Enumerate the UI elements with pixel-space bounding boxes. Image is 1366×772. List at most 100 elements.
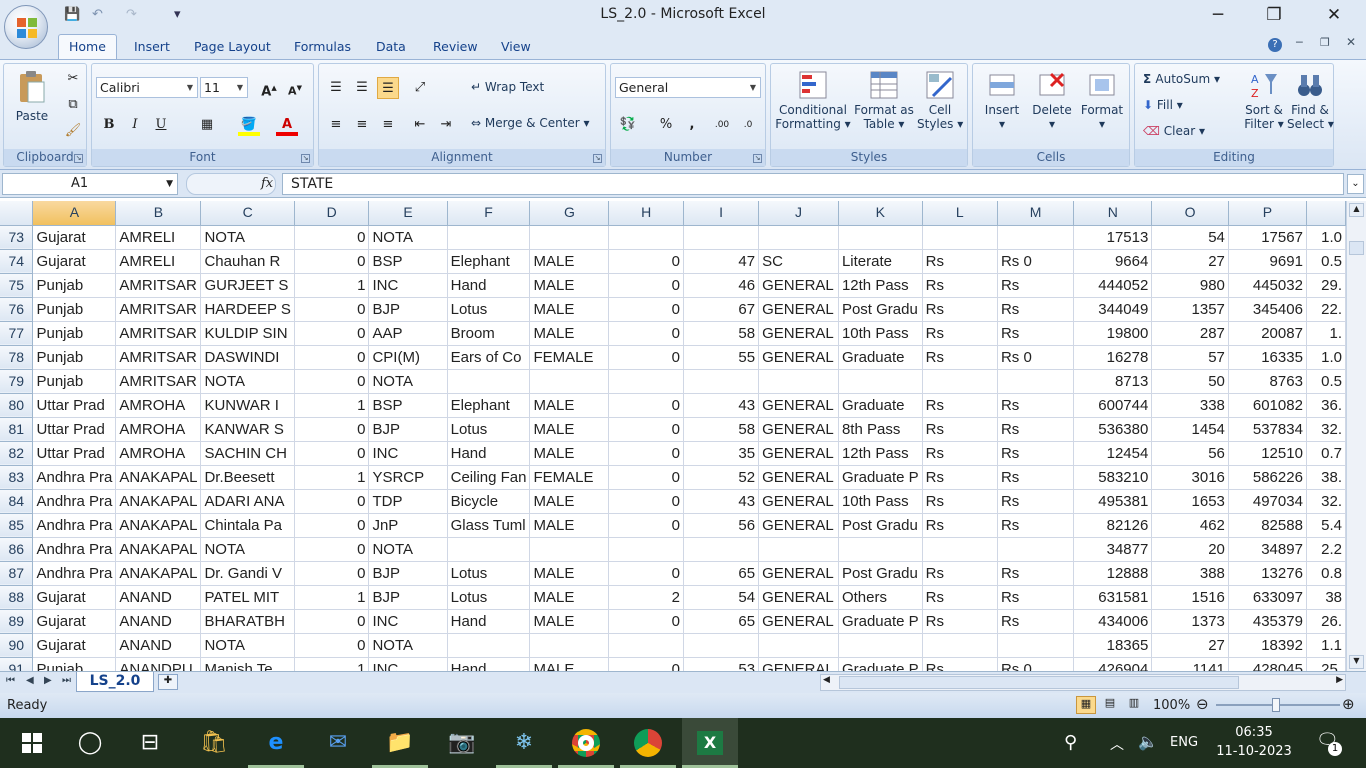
column-header-f[interactable]: F	[447, 201, 531, 226]
cell[interactable]: Uttar Prad	[32, 393, 117, 418]
column-header-g[interactable]: G	[529, 201, 610, 226]
select-all-corner[interactable]	[0, 201, 34, 226]
cell[interactable]: MALE	[529, 297, 610, 322]
cell[interactable]: 12888	[1073, 561, 1153, 586]
task-view-icon[interactable]: ⊟	[122, 718, 178, 768]
cell[interactable]: Literate	[838, 249, 923, 274]
decrease-decimal-button[interactable]: .0	[737, 114, 759, 136]
cell[interactable]	[997, 633, 1075, 658]
cell[interactable]: Punjab	[32, 369, 117, 394]
cell[interactable]: Rs	[922, 345, 998, 370]
cell[interactable]: 0	[294, 321, 370, 346]
cell[interactable]: 586226	[1228, 465, 1307, 490]
cell[interactable]: 54	[683, 585, 760, 610]
ribbon-close-icon[interactable]: ✕	[1346, 35, 1356, 49]
cell[interactable]: Andhra Pra	[32, 537, 117, 562]
cell[interactable]: MALE	[529, 609, 610, 634]
cell[interactable]	[608, 537, 684, 562]
cell[interactable]: PATEL MIT	[200, 585, 295, 610]
cell[interactable]: GENERAL	[758, 513, 839, 538]
cell[interactable]: NOTA	[368, 225, 448, 250]
cell[interactable]: 2.2	[1306, 537, 1346, 562]
chrome-icon[interactable]	[558, 718, 614, 768]
cell[interactable]: 0	[294, 489, 370, 514]
cell[interactable]: Rs	[922, 273, 998, 298]
cell[interactable]: 8763	[1228, 369, 1307, 394]
cell[interactable]: CPI(M)	[368, 345, 448, 370]
cell[interactable]: BJP	[368, 417, 448, 442]
cell[interactable]: 12th Pass	[838, 441, 923, 466]
cell[interactable]: 0	[608, 297, 684, 322]
number-launcher-icon[interactable]: ↘	[753, 154, 762, 163]
cell[interactable]: 43	[683, 489, 760, 514]
cell[interactable]: 1.0	[1306, 225, 1346, 250]
align-middle-icon[interactable]: ☰	[351, 77, 373, 99]
cell[interactable]: Rs 0	[997, 657, 1075, 671]
cell[interactable]: DASWINDI	[200, 345, 295, 370]
cell[interactable]	[997, 225, 1075, 250]
cell[interactable]: Rs	[997, 441, 1075, 466]
zoom-slider-thumb[interactable]	[1272, 698, 1280, 712]
cell[interactable]: Elephant	[447, 393, 531, 418]
cell[interactable]: 0	[294, 297, 370, 322]
cell[interactable]: SACHIN CH	[200, 441, 295, 466]
clock[interactable]: 06:35 11-10-2023	[1212, 723, 1296, 761]
cell[interactable]: 0	[608, 657, 684, 671]
cell[interactable]: 55	[683, 345, 760, 370]
cell[interactable]: GENERAL	[758, 657, 839, 671]
cell[interactable]	[922, 225, 998, 250]
orientation-icon[interactable]: ⤢	[409, 77, 431, 99]
cell[interactable]: 0	[294, 369, 370, 394]
cell[interactable]: 52	[683, 465, 760, 490]
row-header[interactable]: 82	[0, 441, 34, 466]
cell[interactable]: 537834	[1228, 417, 1307, 442]
cell[interactable]	[758, 369, 839, 394]
cell[interactable]: 25.	[1306, 657, 1346, 671]
cell[interactable]: 0	[608, 417, 684, 442]
cell[interactable]: NOTA	[200, 537, 295, 562]
cell[interactable]: Rs	[922, 489, 998, 514]
cell[interactable]: 583210	[1073, 465, 1153, 490]
cell[interactable]: 1.0	[1306, 345, 1346, 370]
cell[interactable]: Rs	[997, 561, 1075, 586]
cell[interactable]: INC	[368, 441, 448, 466]
row-header[interactable]: 76	[0, 297, 34, 322]
cell[interactable]: 12th Pass	[838, 273, 923, 298]
cell[interactable]: ANAKAPAL	[115, 561, 202, 586]
row-header[interactable]: 86	[0, 537, 34, 562]
page-break-view-icon[interactable]: ▥	[1124, 696, 1144, 714]
cell[interactable]: Rs	[997, 297, 1075, 322]
row-header[interactable]: 89	[0, 609, 34, 634]
cell[interactable]: Rs	[922, 441, 998, 466]
sort-filter-button[interactable]: AZ Sort & Filter ▾	[1241, 70, 1287, 131]
cell[interactable]: MALE	[529, 273, 610, 298]
merge-center-button[interactable]: ⇔ Merge & Center ▾	[471, 116, 590, 130]
cell[interactable]: 497034	[1228, 489, 1307, 514]
name-box[interactable]: A1 ▼	[2, 173, 178, 195]
cell[interactable]: NOTA	[200, 369, 295, 394]
cell[interactable]: Post Gradu	[838, 297, 923, 322]
cell[interactable]: ANAKAPAL	[115, 465, 202, 490]
cell[interactable]: Bicycle	[447, 489, 531, 514]
tab-home[interactable]: Home	[58, 34, 117, 60]
cell[interactable]: 50	[1151, 369, 1229, 394]
column-header-o[interactable]: O	[1151, 201, 1229, 226]
column-header-b[interactable]: B	[115, 201, 202, 226]
cell[interactable]: Lotus	[447, 417, 531, 442]
sheet-nav-prev-icon[interactable]: ◀	[26, 675, 34, 686]
cell[interactable]: Rs	[997, 513, 1075, 538]
cell[interactable]	[683, 537, 760, 562]
cell[interactable]: AMRITSAR	[115, 297, 202, 322]
cell[interactable]: 38.	[1306, 465, 1346, 490]
start-icon[interactable]	[4, 718, 60, 768]
cell[interactable]: Gujarat	[32, 585, 117, 610]
cell[interactable]: AMROHA	[115, 417, 202, 442]
cell[interactable]: 462	[1151, 513, 1229, 538]
cell[interactable]: MALE	[529, 585, 610, 610]
column-header-i[interactable]: I	[683, 201, 760, 226]
cell[interactable]: AMRELI	[115, 249, 202, 274]
cell[interactable]: 67	[683, 297, 760, 322]
cell[interactable]: 0	[608, 489, 684, 514]
cell[interactable]: 1.	[1306, 321, 1346, 346]
cell[interactable]	[922, 369, 998, 394]
